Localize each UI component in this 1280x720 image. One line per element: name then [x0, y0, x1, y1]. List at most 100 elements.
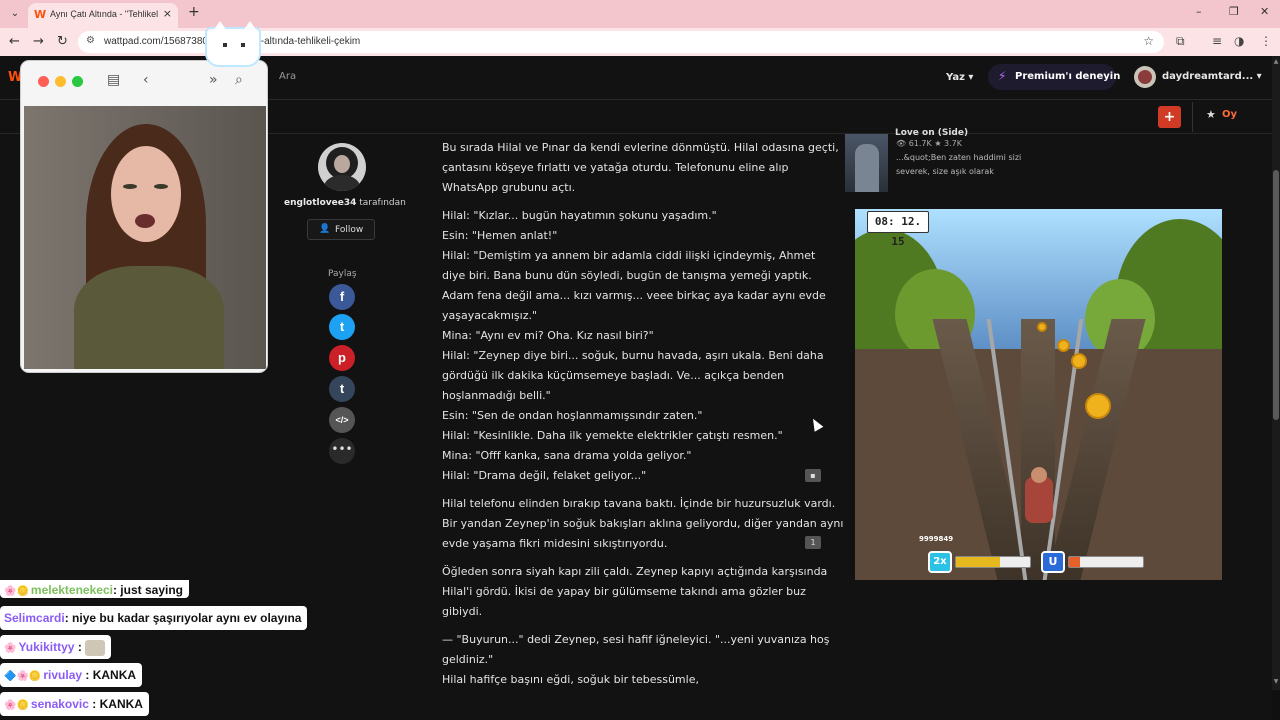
recommended-description: ...&quot;Ben zaten haddimi sizi severek,… — [896, 153, 1022, 176]
pinterest-glyph: p — [338, 350, 346, 365]
close-window-button[interactable]: ✕ — [1260, 5, 1269, 18]
search-icon[interactable]: ⌕ — [235, 72, 243, 88]
profile-icon[interactable]: ◑ — [1234, 34, 1244, 48]
story-line: Öğleden sonra siyah kapı zili çaldı. Zey… — [442, 565, 828, 578]
story-line: yaşayacakmışız." — [442, 309, 538, 322]
chevron-left-icon[interactable]: ‹ — [143, 72, 149, 88]
story-line: Bu sırada Hilal ve Pınar da kendi evleri… — [442, 141, 839, 154]
avatar[interactable] — [1134, 66, 1156, 88]
story-line: Hilal: "Kızlar... bugün hayatımın şokunu… — [442, 209, 717, 222]
premium-label: Premium'ı deneyin — [1015, 71, 1121, 82]
close-dot-button[interactable] — [38, 76, 49, 87]
popup-window: ▤ ‹ » ⌕ — [20, 60, 268, 373]
zoom-dot-button[interactable] — [72, 76, 83, 87]
cat-emote-icon — [85, 639, 106, 656]
story-line: WhatsApp grubunu açtı. — [442, 181, 576, 194]
author-avatar[interactable] — [318, 143, 366, 191]
sidebar-icon[interactable]: ▤ — [107, 72, 120, 88]
browser-tab-bar: ⌄ W Aynı Çatı Altında - "Tehlikeli çe × … — [0, 0, 1280, 28]
chat-badge: 🌸🪙 — [4, 700, 29, 711]
embed-glyph: </> — [335, 415, 349, 425]
extensions-icon[interactable]: ⧉ — [1176, 34, 1185, 49]
recommended-cover[interactable] — [845, 134, 888, 192]
chat-message: 🌸 Yukikittyy : — [0, 635, 112, 659]
paragraph: Bu sırada Hilal ve Pınar da kendi evleri… — [442, 138, 839, 198]
twitter-icon[interactable]: t — [329, 314, 355, 340]
scroll-thumb[interactable] — [1273, 170, 1279, 420]
embed-icon[interactable]: </> — [329, 407, 355, 433]
paragraph: — "Buyurun..." dedi Zeynep, sesi hafif i… — [442, 630, 830, 690]
story-line: Hilal: "Kesinlikle. Daha ilk yemekte ele… — [442, 429, 783, 442]
tumblr-icon[interactable]: t — [329, 376, 355, 402]
maximize-button[interactable]: ❐ — [1229, 5, 1239, 18]
chat-message: 🔷🌸🪙 rivulay : KANKA — [0, 663, 143, 687]
magnet-icon: U — [1041, 551, 1065, 573]
search-input[interactable]: Ara — [279, 71, 296, 82]
multiplier-badge: 2x — [928, 551, 952, 573]
story-line: Esin: "Hemen anlat!" — [442, 229, 558, 242]
vote-button[interactable]: Oy — [1222, 109, 1237, 120]
author-byline: englotlovee34 tarafından — [284, 198, 406, 208]
eye-icon: 👁 — [896, 139, 909, 148]
close-tab-icon[interactable]: × — [163, 7, 172, 20]
forward-icon[interactable]: → — [33, 34, 44, 49]
story-line: Esin: "Sen de ondan hoşlanmamışsındır za… — [442, 409, 703, 422]
story-line: Hilal hafifçe başını eğdi, soğuk bir teb… — [442, 673, 699, 686]
scroll-up-icon[interactable]: ▲ — [1272, 58, 1280, 65]
tab-search-icon[interactable]: ⌄ — [6, 5, 24, 23]
pinterest-icon[interactable]: p — [329, 345, 355, 371]
chat-message: 🌸🪙 melektenekeci: just saying — [0, 580, 189, 598]
story-line: Bir yandan Zeynep'in soğuk bakışları akl… — [442, 517, 844, 530]
lightning-icon: ⚡ — [998, 69, 1007, 83]
premium-button[interactable]: ⚡ Premium'ı deneyin — [988, 64, 1120, 90]
scroll-down-icon[interactable]: ▼ — [1272, 678, 1280, 685]
star-icon[interactable]: ★ — [1206, 108, 1216, 121]
chat-username: melektenekeci — [30, 583, 113, 597]
wattpad-favicon-icon: W — [34, 8, 47, 21]
pixel-cat-sticker — [205, 21, 261, 67]
story-line: Hilal telefonu elinden bırakıp tavana ba… — [442, 497, 836, 510]
scrollbar[interactable]: ▲ ▼ — [1272, 56, 1280, 690]
bookmark-star-icon[interactable]: ☆ — [1143, 34, 1154, 48]
coin — [1071, 353, 1087, 369]
browser-tab[interactable]: W Aynı Çatı Altında - "Tehlikeli çe × — [28, 3, 178, 28]
runner-character — [1025, 467, 1053, 523]
facebook-icon[interactable]: f — [329, 284, 355, 310]
twitter-glyph: t — [339, 319, 345, 334]
comment-count-icon[interactable]: 1 — [805, 536, 821, 549]
new-tab-button[interactable]: + — [188, 4, 200, 20]
double-chevron-icon[interactable]: » — [209, 72, 218, 88]
add-to-list-button[interactable]: + — [1158, 106, 1181, 128]
username-menu[interactable]: daydreamtard... ▾ — [1162, 71, 1262, 82]
reload-icon[interactable]: ↻ — [57, 34, 68, 49]
minimize-button[interactable]: – — [1196, 5, 1202, 18]
paragraph: Hilal telefonu elinden bırakıp tavana ba… — [442, 494, 844, 554]
back-icon[interactable]: ← — [9, 34, 20, 49]
reads-count: 61.7K — [908, 139, 932, 148]
chat-text: : — [74, 640, 86, 654]
tumblr-glyph: t — [339, 381, 345, 396]
story-line: geldiniz." — [442, 653, 494, 666]
chat-text: : just saying — [112, 583, 183, 597]
minimize-dot-button[interactable] — [55, 76, 66, 87]
follow-button[interactable]: 👤 Follow — [307, 219, 375, 240]
story-line: Hilal: "Drama değil, felaket geliyor..." — [442, 469, 647, 482]
story-line: gibiydi. — [442, 605, 483, 618]
site-info-icon[interactable]: ⚙ — [86, 35, 95, 46]
follow-label: Follow — [335, 225, 364, 235]
story-line: çantasını köşeye fırlattı ve yatağa otur… — [442, 161, 789, 174]
chat-username: Selimcardi — [4, 611, 65, 625]
write-menu-button[interactable]: Yaz ▾ — [946, 72, 973, 83]
multiplier-progress — [955, 556, 1031, 568]
more-options-icon[interactable]: ••• — [329, 438, 355, 464]
divider — [1192, 102, 1193, 132]
recommended-title[interactable]: Love on (Side) — [895, 128, 968, 138]
story-line: Mina: "Offf kanka, sana drama yolda geli… — [442, 449, 692, 462]
coin — [1037, 322, 1047, 332]
comment-icon[interactable]: ▪ — [805, 469, 821, 482]
chat-text: : KANKA — [88, 697, 143, 711]
reading-list-icon[interactable]: ≡ — [1212, 34, 1222, 48]
share-label: Paylaş — [328, 269, 357, 279]
browser-menu-icon[interactable]: ⋮ — [1260, 34, 1272, 48]
author-name[interactable]: englotlovee34 — [284, 198, 356, 208]
